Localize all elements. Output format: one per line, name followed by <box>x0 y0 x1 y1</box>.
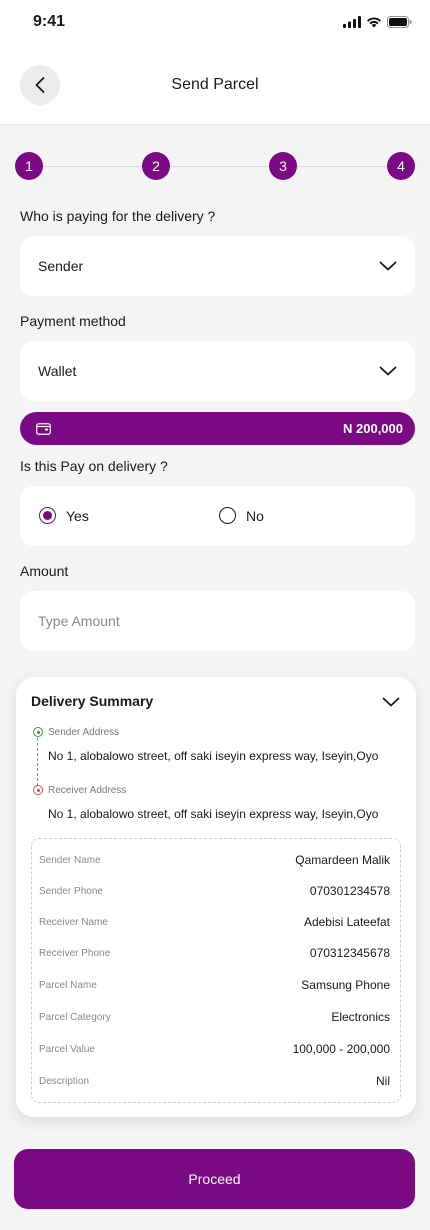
header: Send Parcel <box>0 46 430 125</box>
sender-address-label: Sender Address <box>48 727 120 738</box>
summary-title: Delivery Summary <box>31 693 154 709</box>
page-title: Send Parcel <box>171 76 259 93</box>
wallet-balance: N 200,000 <box>343 421 403 436</box>
battery-icon <box>387 16 412 28</box>
route-connector <box>37 738 38 786</box>
detail-row: Sender Name Qamardeen Malik <box>32 850 400 870</box>
detail-key: Sender Name <box>39 854 101 866</box>
receiver-address: No 1, alobalowo street, off saki iseyin … <box>48 807 379 821</box>
step-2: 2 <box>142 152 170 180</box>
pay-on-delivery-yes[interactable]: Yes <box>39 507 89 524</box>
detail-row: Parcel Name Samsung Phone <box>32 975 400 995</box>
amount-label: Amount <box>20 563 69 579</box>
detail-row: Parcel Category Electronics <box>32 1007 400 1027</box>
status-icons <box>343 15 412 29</box>
parcel-details: Sender Name Qamardeen Malik Sender Phone… <box>31 838 401 1103</box>
detail-value: 100,000 - 200,000 <box>292 1042 390 1056</box>
step-1: 1 <box>15 152 43 180</box>
wallet-balance-bar: N 200,000 <box>20 412 415 445</box>
detail-value: Nil <box>376 1074 390 1088</box>
pay-on-delivery-label: Is this Pay on delivery ? <box>20 458 168 474</box>
proceed-button[interactable]: Proceed <box>14 1149 415 1209</box>
detail-key: Parcel Value <box>39 1043 95 1055</box>
radio-label-yes: Yes <box>66 507 89 524</box>
radio-selected-icon <box>39 507 56 524</box>
pay-on-delivery-options: Yes No <box>20 486 415 546</box>
payment-method-select[interactable]: Wallet <box>20 341 415 401</box>
status-bar: 9:41 <box>0 0 430 46</box>
detail-row: Receiver Name Adebisi Lateefat <box>32 912 400 932</box>
radio-label-no: No <box>246 507 264 524</box>
progress-stepper: 1 2 3 4 <box>15 152 415 180</box>
payer-value: Sender <box>38 258 84 274</box>
detail-value: Samsung Phone <box>301 978 390 992</box>
detail-row: Sender Phone 070301234578 <box>32 881 400 901</box>
receiver-location-icon <box>33 785 43 795</box>
chevron-down-icon <box>379 366 397 376</box>
chevron-down-icon <box>382 697 400 707</box>
chevron-down-icon <box>379 261 397 271</box>
payment-method-label: Payment method <box>20 313 126 329</box>
payer-select[interactable]: Sender <box>20 236 415 296</box>
sender-address: No 1, alobalowo street, off saki iseyin … <box>48 749 379 763</box>
payer-label: Who is paying for the delivery ? <box>20 208 216 224</box>
detail-value: Qamardeen Malik <box>295 853 390 867</box>
detail-value: 070312345678 <box>309 946 390 960</box>
stepper-line <box>29 166 401 167</box>
detail-key: Receiver Name <box>39 916 108 928</box>
wallet-icon <box>36 423 51 435</box>
receiver-address-label: Receiver Address <box>48 785 127 796</box>
cellular-signal-icon <box>343 16 361 28</box>
detail-value: 070301234578 <box>309 884 390 898</box>
detail-key: Sender Phone <box>39 885 103 897</box>
delivery-summary-card: Delivery Summary Sender Address No 1, al… <box>16 677 416 1117</box>
step-4: 4 <box>387 152 415 180</box>
wifi-icon <box>367 17 381 28</box>
detail-key: Parcel Category <box>39 1011 111 1023</box>
step-3: 3 <box>269 152 297 180</box>
summary-collapse-toggle[interactable] <box>382 694 400 712</box>
detail-value: Electronics <box>331 1010 390 1024</box>
detail-key: Parcel Name <box>39 979 97 991</box>
pay-on-delivery-no[interactable]: No <box>219 507 264 524</box>
detail-row: Receiver Phone 070312345678 <box>32 943 400 963</box>
status-time: 9:41 <box>33 13 66 30</box>
payment-method-value: Wallet <box>38 363 77 379</box>
detail-key: Description <box>39 1075 90 1087</box>
sender-location-icon <box>33 727 43 737</box>
detail-row: Parcel Value 100,000 - 200,000 <box>32 1039 400 1059</box>
detail-value: Adebisi Lateefat <box>303 915 390 929</box>
detail-key: Receiver Phone <box>39 947 111 959</box>
amount-input[interactable] <box>20 591 415 651</box>
radio-unselected-icon <box>219 507 236 524</box>
detail-row: Description Nil <box>32 1071 400 1091</box>
